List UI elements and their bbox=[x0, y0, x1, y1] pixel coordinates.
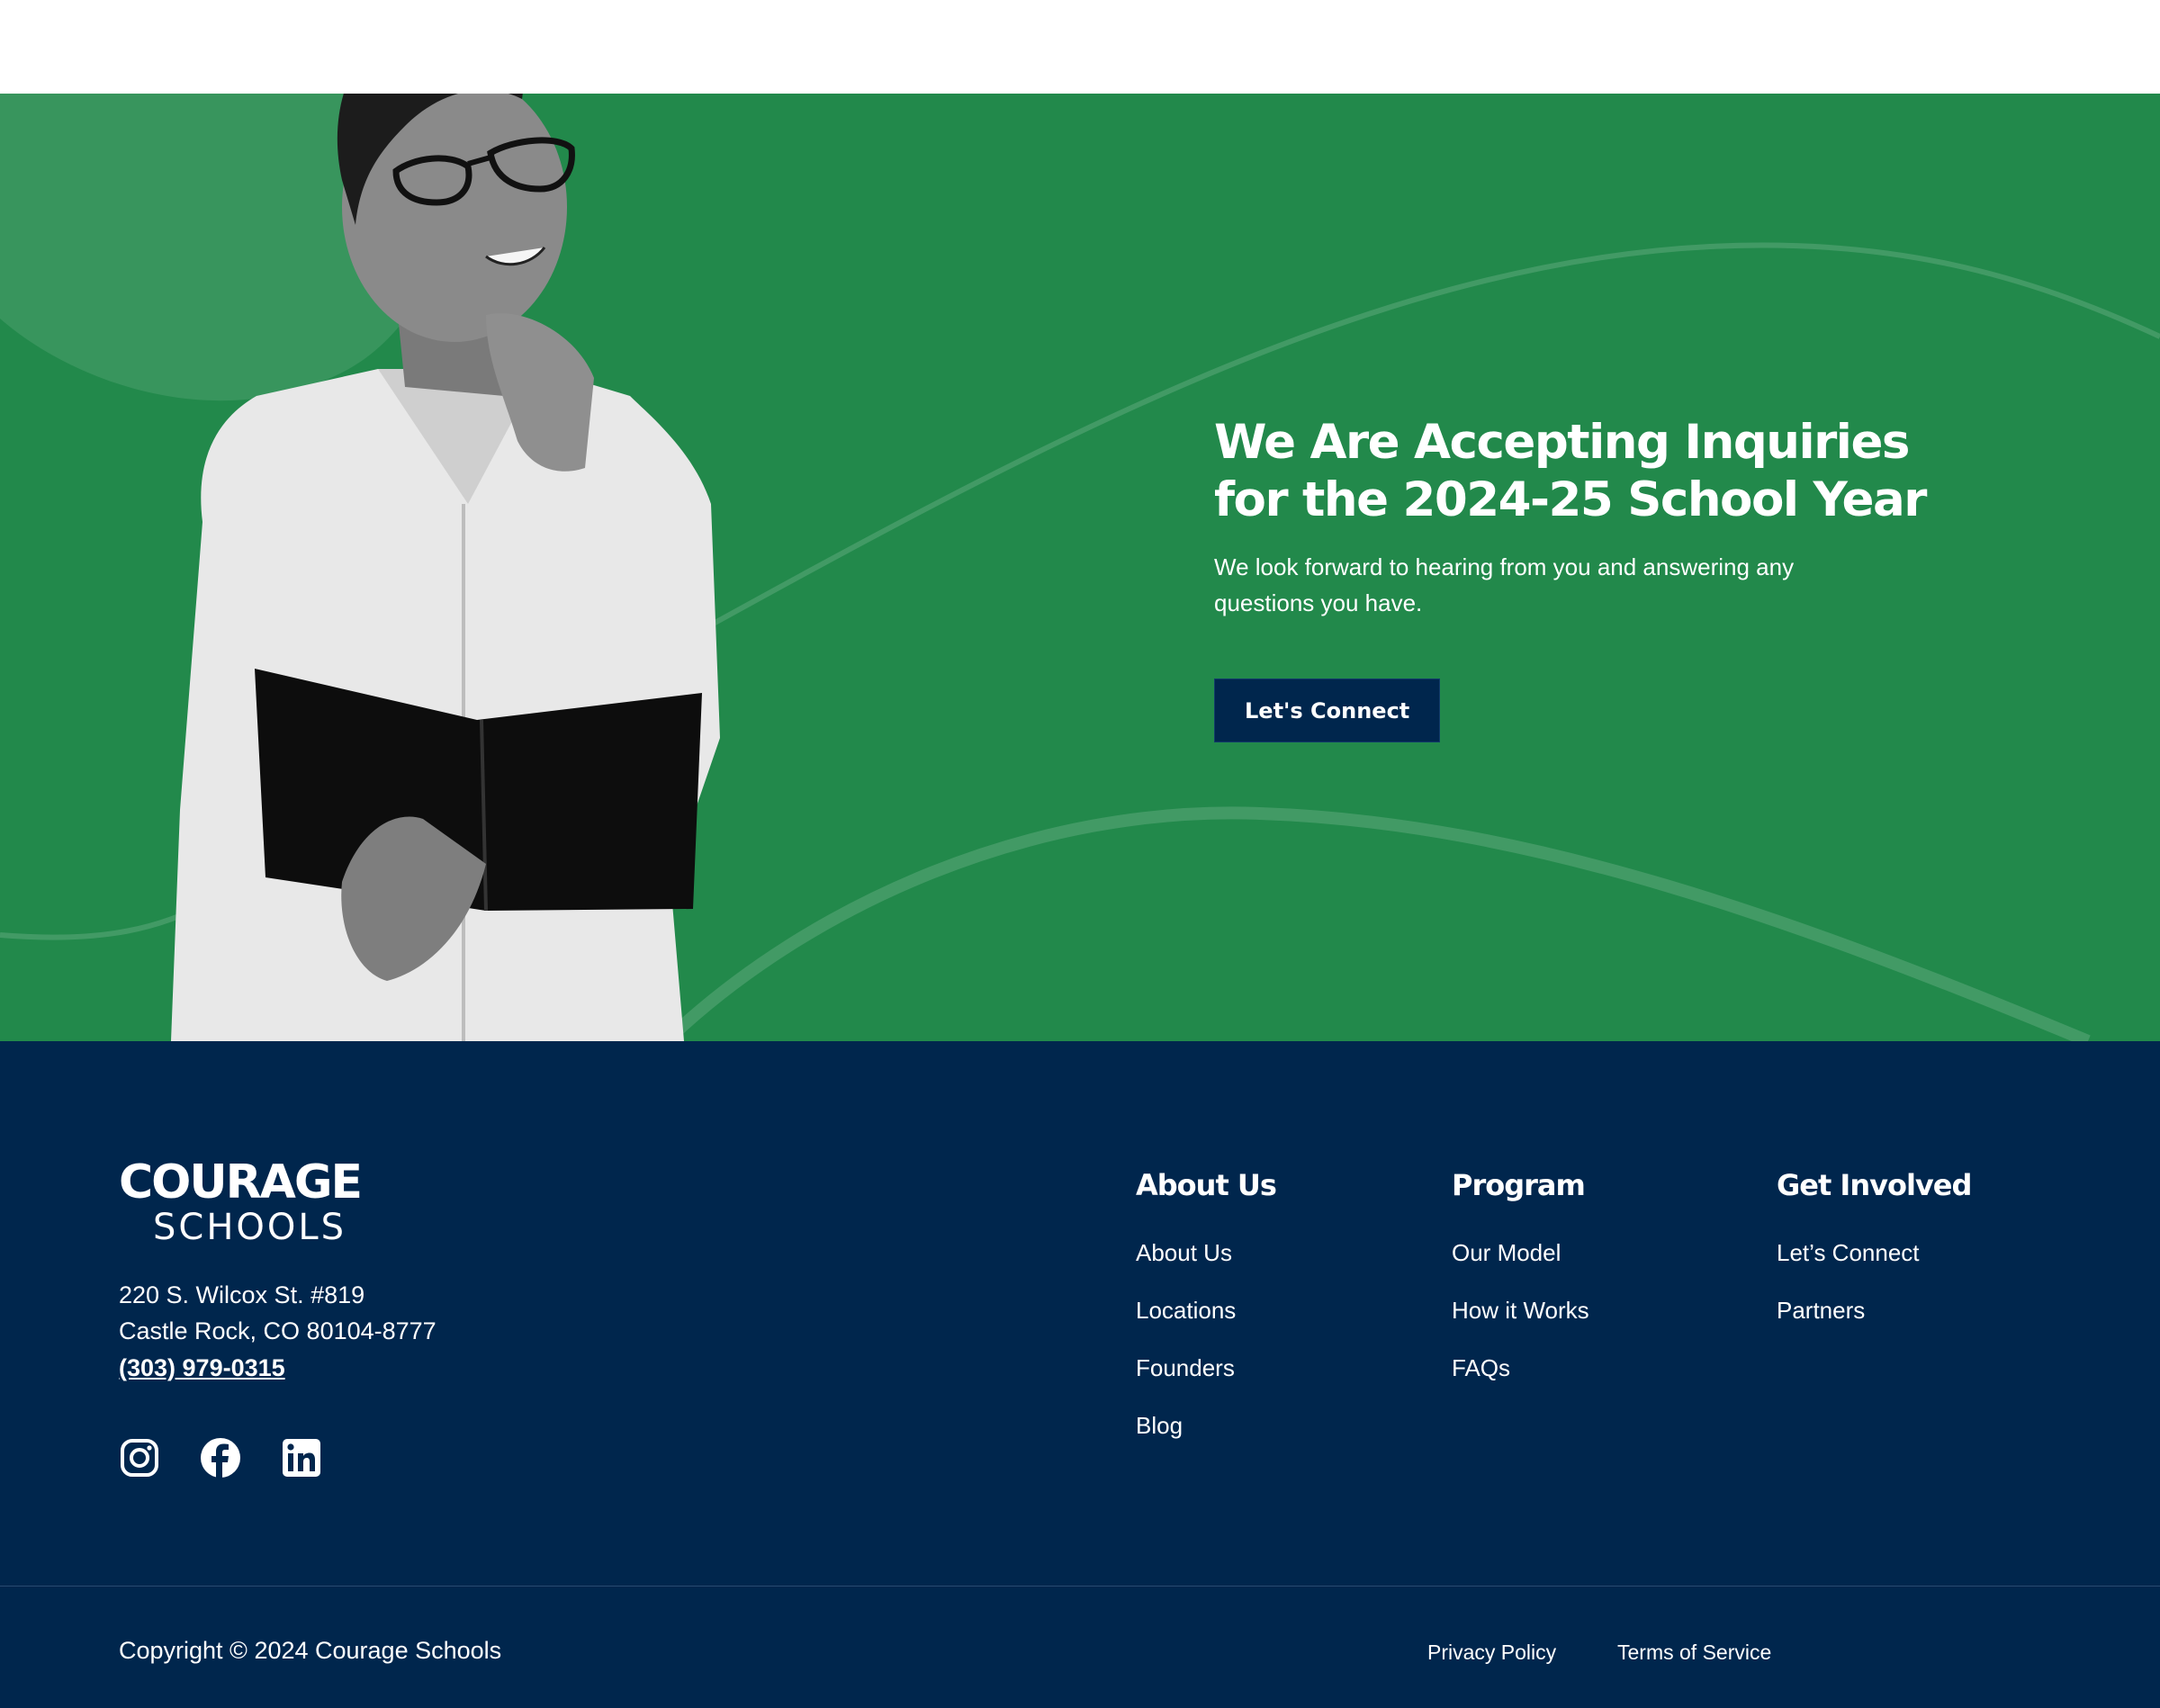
footer-link-locations[interactable]: Locations bbox=[1136, 1297, 1276, 1324]
top-white-strip bbox=[0, 0, 2160, 94]
instagram-link[interactable] bbox=[119, 1437, 160, 1479]
footer-link-list: Let’s Connect Partners bbox=[1777, 1239, 1971, 1324]
inquiries-hero: We Are Accepting Inquiries for the 2024-… bbox=[0, 94, 2160, 1041]
logo-wordmark-top: COURAGE bbox=[119, 1158, 361, 1209]
footer-column-title: Get Involved bbox=[1777, 1168, 1972, 1202]
footer-link-partners[interactable]: Partners bbox=[1777, 1297, 1971, 1324]
privacy-policy-link[interactable]: Privacy Policy bbox=[1427, 1639, 1556, 1666]
footer-link-list: About Us Locations Founders Blog bbox=[1136, 1239, 1276, 1439]
hero-title: We Are Accepting Inquiries for the 2024-… bbox=[1214, 414, 1952, 529]
footer-link-lets-connect[interactable]: Let’s Connect bbox=[1777, 1239, 1971, 1266]
address-line-2: Castle Rock, CO 80104-8777 bbox=[119, 1317, 436, 1344]
social-links bbox=[119, 1437, 322, 1479]
footer-link-blog[interactable]: Blog bbox=[1136, 1412, 1276, 1439]
student-photo bbox=[171, 94, 720, 1041]
footer-link-faqs[interactable]: FAQs bbox=[1452, 1354, 1589, 1381]
footer-divider bbox=[0, 1586, 2160, 1587]
footer-column-program: Program Our Model How it Works FAQs bbox=[1452, 1167, 1589, 1412]
logo-wordmark-bottom: SCHOOLS bbox=[153, 1207, 346, 1244]
lets-connect-button[interactable]: Let's Connect bbox=[1214, 679, 1441, 742]
footer-address: 220 S. Wilcox St. #819 Castle Rock, CO 8… bbox=[119, 1277, 436, 1387]
footer-column-get-involved: Get Involved Let’s Connect Partners bbox=[1777, 1167, 1972, 1354]
footer-link-how-it-works[interactable]: How it Works bbox=[1452, 1297, 1589, 1324]
site-footer: COURAGE SCHOOLS 220 S. Wilcox St. #819 C… bbox=[0, 1041, 2160, 1708]
courage-schools-logo[interactable]: COURAGE SCHOOLS bbox=[119, 1158, 398, 1244]
footer-column-about: About Us About Us Locations Founders Blo… bbox=[1136, 1167, 1277, 1470]
footer-column-title: Program bbox=[1452, 1168, 1586, 1202]
hero-copy: We Are Accepting Inquiries for the 2024-… bbox=[1214, 414, 1952, 742]
terms-of-service-link[interactable]: Terms of Service bbox=[1617, 1639, 1771, 1666]
hero-title-line-2: for the 2024-25 School Year bbox=[1214, 472, 1927, 527]
hero-subtitle: We look forward to hearing from you and … bbox=[1214, 553, 1795, 616]
facebook-link[interactable] bbox=[200, 1437, 241, 1479]
footer-link-founders[interactable]: Founders bbox=[1136, 1354, 1276, 1381]
footer-link-our-model[interactable]: Our Model bbox=[1452, 1239, 1589, 1266]
address-line-1: 220 S. Wilcox St. #819 bbox=[119, 1281, 365, 1308]
phone-link[interactable]: (303) 979-0315 bbox=[119, 1349, 436, 1387]
footer-link-about-us[interactable]: About Us bbox=[1136, 1239, 1276, 1266]
linkedin-link[interactable] bbox=[281, 1437, 322, 1479]
footer-link-list: Our Model How it Works FAQs bbox=[1452, 1239, 1589, 1381]
facebook-icon bbox=[201, 1438, 240, 1479]
footer-column-title: About Us bbox=[1136, 1168, 1277, 1202]
linkedin-icon bbox=[283, 1439, 320, 1477]
copyright-text: Copyright © 2024 Courage Schools bbox=[119, 1637, 502, 1664]
hero-title-line-1: We Are Accepting Inquiries bbox=[1214, 415, 1910, 470]
instagram-icon bbox=[121, 1439, 158, 1477]
